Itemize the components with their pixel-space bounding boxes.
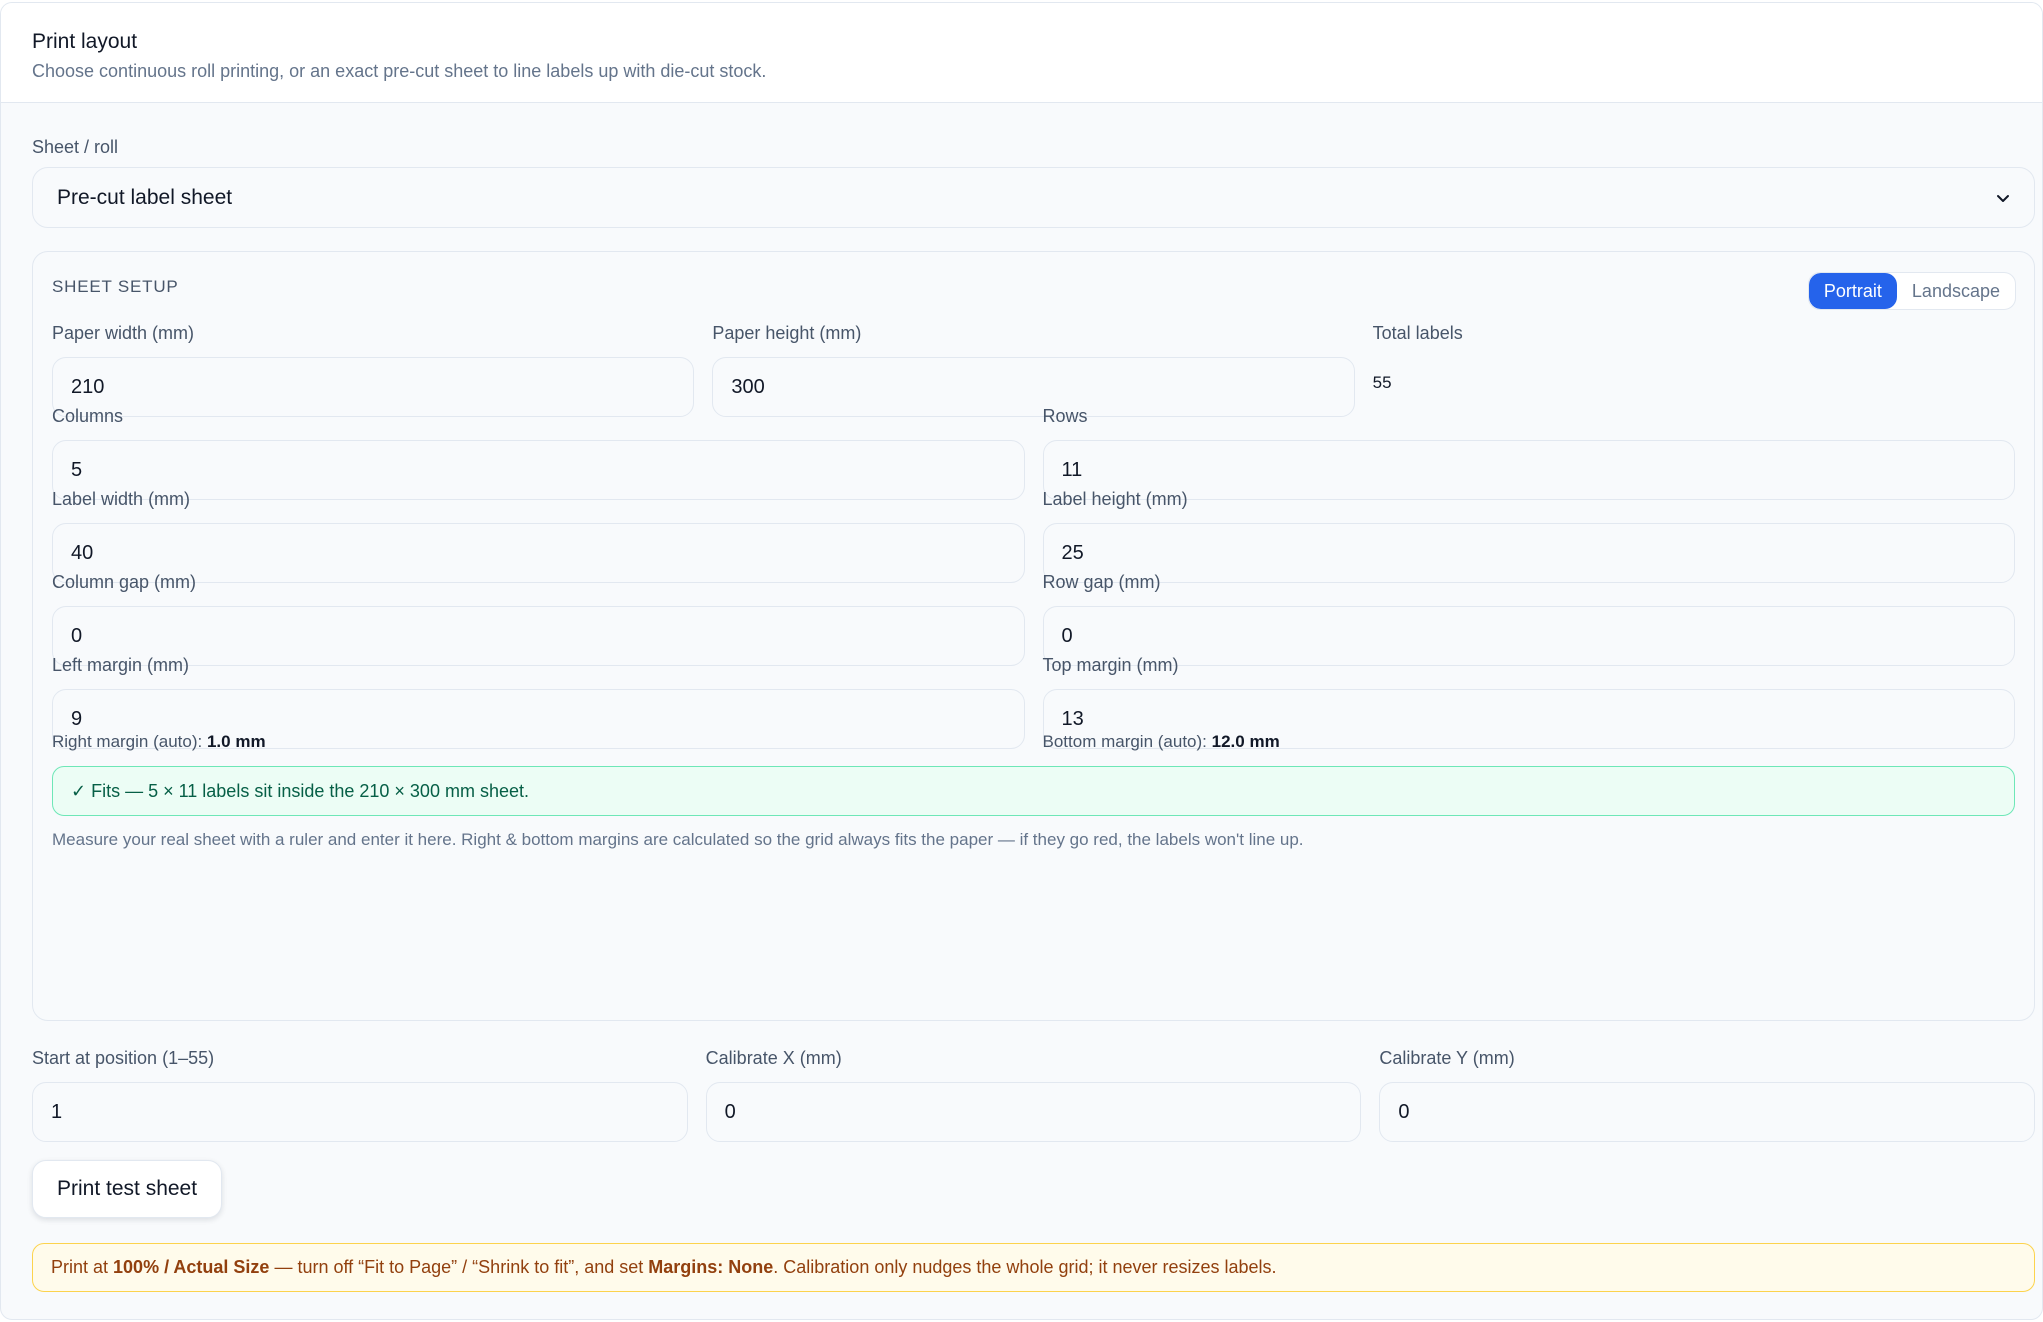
total-labels-value: 55	[1372, 373, 1392, 392]
label-size-row: Label width (mm) 40 Label height (mm) 25	[52, 487, 2015, 583]
rows-label: Rows	[1042, 406, 1088, 426]
bottom-margin-auto: Bottom margin (auto): 12.0 mm	[1043, 732, 2016, 752]
right-margin-auto-label: Right margin (auto):	[52, 732, 203, 751]
landscape-button[interactable]: Landscape	[1897, 273, 2015, 309]
paper-width-group: Paper width (mm) 210	[52, 321, 695, 417]
row-gap-group: Row gap (mm) 0	[1042, 570, 2015, 666]
rows-group: Rows 11	[1042, 404, 2015, 500]
label-height-group: Label height (mm) 25	[1042, 487, 2015, 583]
column-gap-label: Column gap (mm)	[52, 572, 197, 592]
page-subtitle: Choose continuous roll printing, or an e…	[32, 61, 767, 81]
bottom-margin-auto-value: 12.0 mm	[1211, 732, 1280, 751]
warning-text-1: Print at	[51, 1257, 114, 1277]
paper-width-label: Paper width (mm)	[52, 323, 195, 343]
chevron-down-icon	[1997, 194, 2009, 202]
left-margin-label: Left margin (mm)	[52, 655, 190, 675]
grid-row: Columns 5 Rows 11	[52, 404, 2015, 500]
paper-size-row: Paper width (mm) 210 Paper height (mm) 3…	[52, 321, 2015, 417]
columns-label: Columns	[52, 406, 124, 426]
calibrate-x-input[interactable]: 0	[705, 1082, 1362, 1142]
start-position-input[interactable]: 1	[32, 1082, 688, 1142]
paper-height-group: Paper height (mm) 300	[712, 321, 1355, 417]
warning-text-3: . Calibration only nudges the whole grid…	[773, 1257, 1277, 1277]
bottom-margin-auto-label: Bottom margin (auto):	[1042, 732, 1207, 751]
row-gap-label: Row gap (mm)	[1042, 572, 1161, 592]
paper-height-label: Paper height (mm)	[712, 323, 862, 343]
sheet-roll-select[interactable]: Pre-cut label sheet	[32, 167, 2035, 228]
start-position-label: Start at position (1–55)	[32, 1048, 215, 1068]
top-margin-label: Top margin (mm)	[1042, 655, 1179, 675]
warning-bold-2: Margins: None	[648, 1257, 774, 1277]
sheet-help-text: Measure your real sheet with a ruler and…	[52, 830, 1304, 849]
calibrate-y-label: Calibrate Y (mm)	[1379, 1048, 1515, 1068]
calibrate-x-group: Calibrate X (mm) 0	[705, 1046, 1362, 1142]
label-width-label: Label width (mm)	[52, 489, 191, 509]
sheet-roll-value: Pre-cut label sheet	[57, 185, 233, 209]
columns-group: Columns 5	[52, 404, 1025, 500]
calibrate-y-group: Calibrate Y (mm) 0	[1379, 1046, 2036, 1142]
card-header: Print layout Choose continuous roll prin…	[1, 3, 2042, 103]
print-layout-card: Print layout Choose continuous roll prin…	[0, 2, 2043, 1320]
calibration-row: Start at position (1–55) 1 Calibrate X (…	[32, 1046, 2036, 1142]
right-margin-auto-value: 1.0 mm	[206, 732, 266, 751]
fits-status-banner: ✓ Fits — 5 × 11 labels sit inside the 21…	[52, 766, 2015, 816]
print-test-sheet-button[interactable]: Print test sheet	[32, 1160, 223, 1218]
page-title: Print layout	[32, 30, 138, 53]
total-labels-group: Total labels 55	[1373, 321, 2015, 417]
warning-text-2: — turn off “Fit to Page” / “Shrink to fi…	[269, 1257, 649, 1277]
orientation-toggle: Portrait Landscape	[1807, 272, 2016, 310]
calibrate-y-input[interactable]: 0	[1379, 1082, 2036, 1142]
right-margin-auto: Right margin (auto): 1.0 mm	[52, 732, 1025, 752]
total-labels-label: Total labels	[1372, 323, 1463, 343]
gap-row: Column gap (mm) 0 Row gap (mm) 0	[52, 570, 2015, 666]
print-warning-banner: Print at 100% / Actual Size — turn off “…	[32, 1243, 2035, 1292]
calibrate-x-label: Calibrate X (mm)	[705, 1048, 842, 1068]
sheet-roll-label: Sheet / roll	[32, 137, 119, 157]
sheet-setup-title: SHEET SETUP	[52, 277, 179, 296]
auto-margins-row: Right margin (auto): 1.0 mm Bottom margi…	[52, 732, 2015, 752]
column-gap-group: Column gap (mm) 0	[52, 570, 1025, 666]
portrait-button[interactable]: Portrait	[1808, 273, 1897, 309]
start-position-group: Start at position (1–55) 1	[32, 1046, 688, 1142]
sheet-setup-panel: SHEET SETUP Portrait Landscape Paper wid…	[32, 251, 2035, 1021]
label-width-group: Label width (mm) 40	[52, 487, 1025, 583]
label-height-label: Label height (mm)	[1042, 489, 1188, 509]
warning-bold-1: 100% / Actual Size	[113, 1257, 270, 1277]
